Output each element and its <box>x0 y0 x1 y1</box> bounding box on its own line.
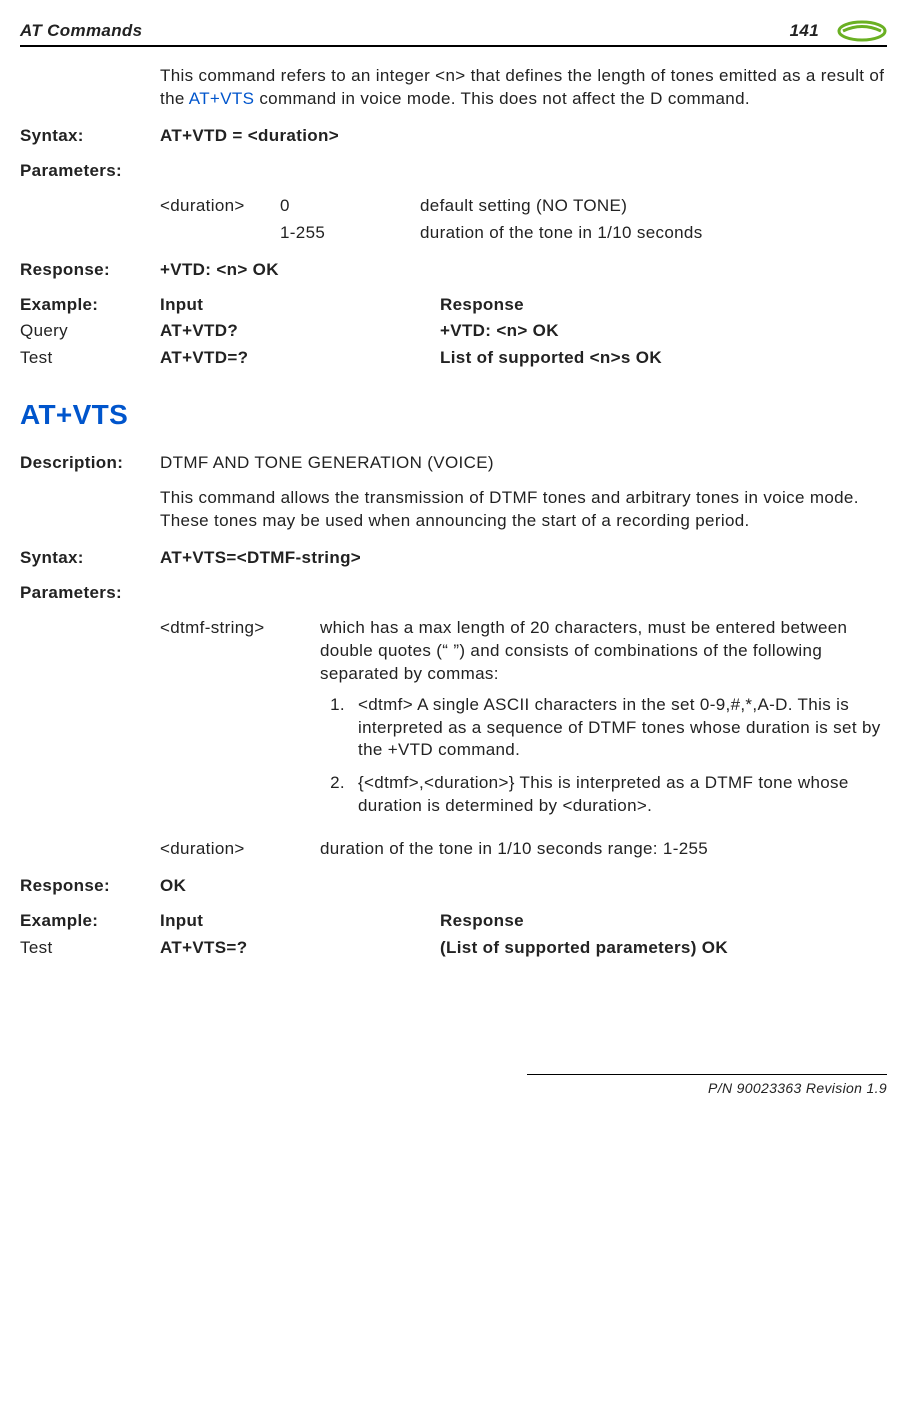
vtd-param-v1: 0 <box>280 195 420 218</box>
vts-p2-row: <duration> duration of the tone in 1/10 … <box>160 838 887 861</box>
vts-ex1-c: (List of supported parameters) OK <box>440 937 887 960</box>
syntax-label: Syntax: <box>20 125 160 148</box>
vts-p1-row: <dtmf-string> which has a max length of … <box>160 617 887 829</box>
vtd-response-row: Response: +VTD: <n> OK <box>20 259 887 282</box>
vts-example-head: Example: Input Response <box>20 910 887 933</box>
vtd-ex2-c: List of supported <n>s OK <box>440 347 887 370</box>
vts-dtmf-list: <dtmf> A single ASCII characters in the … <box>320 694 887 819</box>
syntax-label: Syntax: <box>20 547 160 570</box>
vts-desc-title-row: Description: DTMF AND TONE GENERATION (V… <box>20 452 887 475</box>
brand-logo-icon <box>837 20 887 42</box>
vts-ex1-b: AT+VTS=? <box>160 937 440 960</box>
vtd-ex1-c: +VTD: <n> OK <box>440 320 887 343</box>
page-footer: P/N 90023363 Revision 1.9 <box>527 1074 887 1098</box>
description-label: Description: <box>20 452 160 475</box>
vts-syntax-value: AT+VTS=<DTMF-string> <box>160 547 887 570</box>
vtd-ex2-b: AT+VTD=? <box>160 347 440 370</box>
vtd-syntax-row: Syntax: AT+VTD = <duration> <box>20 125 887 148</box>
vts-example-row-1: Test AT+VTS=? (List of supported paramet… <box>20 937 887 960</box>
vts-ex1-a: Test <box>20 937 160 960</box>
vtd-ex2-a: Test <box>20 347 160 370</box>
params-label: Parameters: <box>20 582 160 605</box>
vtd-ex1-b: AT+VTD? <box>160 320 440 343</box>
response-label: Response: <box>20 259 160 282</box>
vts-heading: AT+VTS <box>20 396 887 434</box>
vtd-example-row-1: Query AT+VTD? +VTD: <n> OK <box>20 320 887 343</box>
params-label: Parameters: <box>20 160 160 183</box>
col-response: Response <box>440 910 887 933</box>
example-label: Example: <box>20 910 160 933</box>
col-input: Input <box>160 294 440 317</box>
vts-p2-name: <duration> <box>160 838 320 861</box>
vtd-param-v2: 1-255 <box>280 222 420 245</box>
vtd-example-head: Example: Input Response <box>20 294 887 317</box>
vtd-param-row-1: <duration> 0 default setting (NO TONE) <box>160 195 887 218</box>
vts-p1-name: <dtmf-string> <box>160 617 320 829</box>
vtd-params-row: Parameters: <box>20 160 887 183</box>
response-label: Response: <box>20 875 160 898</box>
header-title: AT Commands <box>20 20 142 43</box>
vtd-param-name: <duration> <box>160 195 280 218</box>
vtd-param-row-2: 1-255 duration of the tone in 1/10 secon… <box>160 222 887 245</box>
vtd-response-value: +VTD: <n> OK <box>160 259 887 282</box>
vts-li2: {<dtmf>,<duration>} This is interpreted … <box>350 772 887 818</box>
vts-desc-body: This command allows the transmission of … <box>160 487 887 533</box>
col-response: Response <box>440 294 887 317</box>
page-header: AT Commands 141 <box>20 20 887 43</box>
vts-desc-title: DTMF AND TONE GENERATION (VOICE) <box>160 452 887 475</box>
vtd-ex1-a: Query <box>20 320 160 343</box>
col-input: Input <box>160 910 440 933</box>
vts-link[interactable]: AT+VTS <box>189 89 255 108</box>
vtd-intro: This command refers to an integer <n> th… <box>160 65 887 111</box>
header-rule <box>20 45 887 47</box>
example-label: Example: <box>20 294 160 317</box>
page-number: 141 <box>790 20 819 43</box>
vtd-param-d1: default setting (NO TONE) <box>420 195 887 218</box>
vts-syntax-row: Syntax: AT+VTS=<DTMF-string> <box>20 547 887 570</box>
vtd-syntax-value: AT+VTD = <duration> <box>160 125 887 148</box>
vtd-param-d2: duration of the tone in 1/10 seconds <box>420 222 887 245</box>
vts-response-value: OK <box>160 875 887 898</box>
vts-p1-desc: which has a max length of 20 characters,… <box>320 618 847 683</box>
vts-params-row: Parameters: <box>20 582 887 605</box>
vtd-example-row-2: Test AT+VTD=? List of supported <n>s OK <box>20 347 887 370</box>
vts-response-row: Response: OK <box>20 875 887 898</box>
vts-p2-desc: duration of the tone in 1/10 seconds ran… <box>320 838 887 861</box>
vts-li1: <dtmf> A single ASCII characters in the … <box>350 694 887 763</box>
vtd-intro-post: command in voice mode. This does not aff… <box>254 89 750 108</box>
